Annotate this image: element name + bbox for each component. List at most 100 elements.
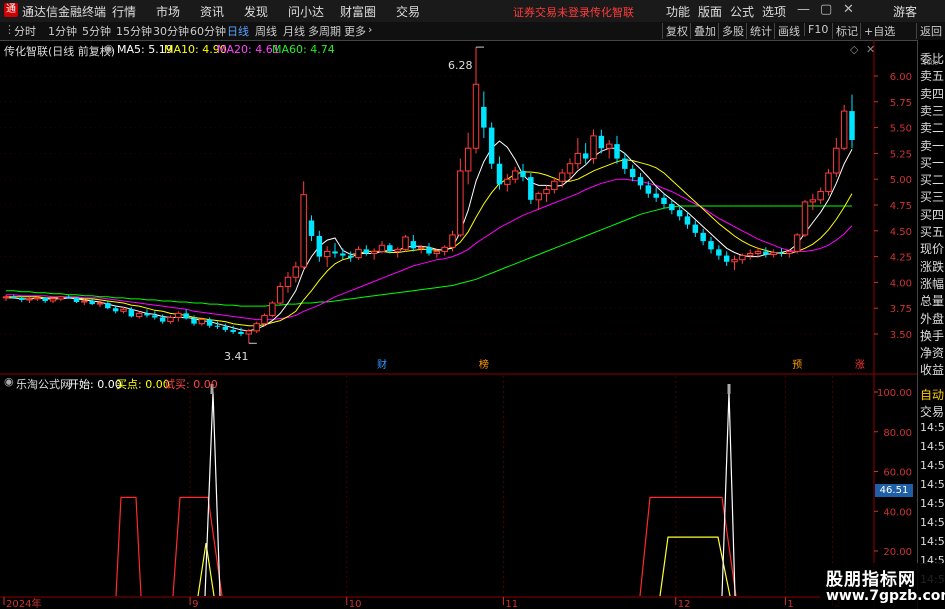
menu-ask[interactable]: 问小达 bbox=[288, 3, 324, 20]
indicator-start: 开始: 0.00 bbox=[68, 378, 122, 391]
candle-body-down bbox=[622, 158, 628, 169]
candle-body-up bbox=[292, 266, 300, 278]
period-toolbar: ⋮ 分时 1分钟 5分钟 15分钟 30分钟 60分钟 日线 周线 月线 多周期… bbox=[0, 22, 945, 41]
candle-body-up bbox=[731, 259, 738, 263]
login-warning[interactable]: 证券交易未登录 bbox=[513, 4, 590, 20]
indicator-tick-label: 20.00 bbox=[883, 547, 912, 558]
candle-body-up bbox=[34, 297, 41, 300]
candle-body-down bbox=[347, 255, 354, 258]
candle-body-up bbox=[49, 298, 57, 302]
trade-time: 14:56 bbox=[920, 440, 945, 453]
auto-trade-button[interactable]: 自动 bbox=[920, 386, 944, 403]
candle-body-up bbox=[504, 178, 511, 185]
tab-period-60min[interactable]: 60分钟 bbox=[188, 23, 228, 39]
menu-market[interactable]: 市场 bbox=[156, 3, 180, 20]
minimize-icon[interactable]: — bbox=[797, 2, 810, 17]
candle-body-down bbox=[481, 106, 487, 128]
trade-time: 14:56 bbox=[920, 516, 945, 529]
candle-body-down bbox=[778, 252, 785, 254]
candle-body-up bbox=[96, 302, 104, 305]
candle-body-up bbox=[566, 163, 574, 174]
maximize-icon[interactable]: ▢ bbox=[820, 2, 832, 17]
quote-label: 买一 bbox=[920, 155, 945, 170]
trade-label[interactable]: 交易 bbox=[920, 403, 944, 420]
menu-news[interactable]: 资讯 bbox=[200, 3, 224, 20]
candle-body-up bbox=[378, 244, 386, 252]
quote-label: 涨跌 bbox=[920, 259, 945, 274]
trade-time: 14:56 bbox=[920, 478, 945, 491]
menu-formula[interactable]: 公式 bbox=[730, 3, 754, 20]
tab-period-15min[interactable]: 15分钟 bbox=[114, 23, 154, 39]
candle-body-down bbox=[340, 253, 346, 256]
restore-rights-button[interactable]: 复权 bbox=[662, 23, 691, 39]
tab-period-1min[interactable]: 1分钟 bbox=[46, 23, 79, 39]
candle-body-down bbox=[214, 325, 221, 327]
overlay-button[interactable]: 叠加 bbox=[690, 23, 719, 39]
menu-options[interactable]: 选项 bbox=[762, 3, 786, 20]
candle-body-down bbox=[426, 247, 432, 254]
candle-body-down bbox=[763, 251, 769, 255]
statistics-button[interactable]: 统计 bbox=[746, 23, 775, 39]
candle-body-down bbox=[520, 170, 526, 178]
tab-period-weekly[interactable]: 周线 bbox=[253, 23, 279, 39]
menu-wealth[interactable]: 财富圈 bbox=[340, 3, 376, 20]
candle-body-down bbox=[700, 232, 706, 242]
price-tick-label: 4.50 bbox=[890, 227, 912, 238]
quote-label: 涨幅 bbox=[920, 276, 945, 291]
candle-body-down bbox=[716, 249, 722, 256]
menu-quotes[interactable]: 行情 bbox=[112, 3, 136, 20]
menu-discover[interactable]: 发现 bbox=[244, 3, 268, 20]
candle-body-up bbox=[198, 319, 206, 325]
menu-trade[interactable]: 交易 bbox=[396, 3, 420, 20]
tab-period-5min[interactable]: 5分钟 bbox=[80, 23, 113, 39]
tab-period-more[interactable]: 更多 bbox=[342, 23, 368, 39]
price-tick-label: 3.50 bbox=[890, 330, 912, 341]
chevron-right-icon[interactable]: › bbox=[366, 23, 374, 36]
indicator-settings-icon[interactable]: ◉ bbox=[4, 375, 14, 388]
tab-period-monthly[interactable]: 月线 bbox=[281, 23, 307, 39]
multi-stock-button[interactable]: 多股 bbox=[718, 23, 747, 39]
tab-period-30min[interactable]: 30分钟 bbox=[151, 23, 191, 39]
candle-body-down bbox=[230, 329, 236, 332]
menu-layout[interactable]: 版面 bbox=[698, 3, 722, 20]
trade-time: 14:56 bbox=[920, 535, 945, 548]
indicator-tick-label: 100.00 bbox=[877, 388, 912, 399]
candle-body-down bbox=[222, 326, 229, 330]
guest-login[interactable]: 游客 bbox=[893, 3, 917, 20]
add-watchlist-button[interactable]: +自选 bbox=[860, 23, 898, 39]
close-icon[interactable]: ✕ bbox=[843, 2, 854, 17]
candle-body-up bbox=[417, 246, 425, 249]
date-tick-label: 9 bbox=[192, 599, 198, 609]
draw-line-button[interactable]: 画线 bbox=[774, 23, 803, 39]
candle-body-up bbox=[535, 193, 542, 201]
tab-period-tick[interactable]: 分时 bbox=[12, 23, 38, 39]
candle-body-down bbox=[89, 300, 95, 305]
f10-button[interactable]: F10 bbox=[804, 23, 831, 36]
tab-period-daily[interactable]: 日线 bbox=[225, 23, 251, 39]
candle-body-down bbox=[653, 193, 659, 198]
mark-button[interactable]: 标记 bbox=[832, 23, 861, 39]
trade-time: 14:56 bbox=[920, 459, 945, 472]
indicator-trial: 试买: 0.00 bbox=[164, 378, 218, 391]
candle-body-down bbox=[183, 313, 189, 319]
candle-body-down bbox=[496, 163, 503, 185]
candle-body-down bbox=[645, 185, 652, 194]
candle-body-down bbox=[112, 308, 119, 312]
candle-body-up bbox=[739, 255, 746, 261]
app-logo-icon: 通 bbox=[4, 3, 18, 17]
candle-body-up bbox=[57, 296, 65, 300]
candle-body-up bbox=[135, 312, 143, 317]
candle-body-up bbox=[817, 191, 824, 201]
kline-chart[interactable]: 6.00 5.75 5.50 5.25 5.00 4.75 4.50 4.25 4.00 3.75… bbox=[0, 40, 917, 609]
app-name: 通达信金融终端 bbox=[22, 5, 107, 19]
candle-body-down bbox=[152, 315, 158, 318]
trade-time: 14:56 bbox=[920, 497, 945, 510]
candle-body-up bbox=[175, 312, 182, 318]
tab-period-multi[interactable]: 多周期 bbox=[306, 23, 343, 39]
quote-label: 买五 bbox=[920, 225, 945, 239]
back-button[interactable]: 返回 bbox=[916, 23, 945, 39]
event-mark: 预 bbox=[792, 359, 802, 371]
candle-body-up bbox=[746, 253, 754, 257]
menu-function[interactable]: 功能 bbox=[666, 3, 690, 20]
candle-body-down bbox=[159, 317, 166, 322]
